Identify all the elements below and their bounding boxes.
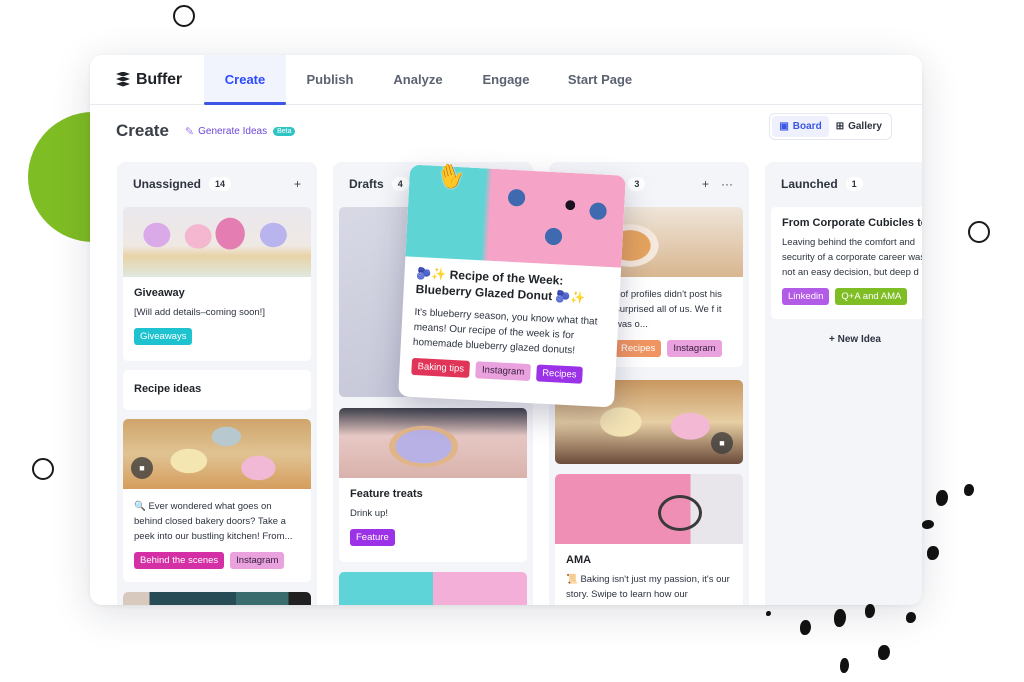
generate-ideas-button[interactable]: ✎ Generate Ideas Beta (185, 125, 296, 138)
tag-instagram[interactable]: Instagram (475, 361, 531, 382)
column-title: Drafts (349, 177, 384, 191)
board-view-label: Board (792, 121, 822, 132)
idea-card-corporate[interactable]: From Corporate Cubicles to Leaving behin… (771, 207, 922, 319)
ink-dot-decoration (766, 611, 771, 616)
gallery-view-label: Gallery (848, 121, 882, 132)
ink-dot-decoration (964, 484, 974, 496)
dragged-idea-card[interactable]: 🫐✨ Recipe of the Week: Blueberry Glazed … (398, 164, 626, 408)
card-title: Recipe ideas (134, 383, 202, 395)
add-card-button[interactable]: + (702, 177, 709, 191)
ink-dot-decoration (927, 546, 939, 560)
ring-decoration (32, 458, 54, 480)
held-donut-image (339, 408, 527, 478)
plus-icon: + (829, 334, 838, 345)
card-title: From Corporate Cubicles to (782, 217, 922, 229)
split-color-image (339, 572, 527, 605)
column-count: 4 (391, 177, 409, 191)
column-count: 3 (628, 177, 646, 191)
new-idea-button[interactable]: + New Idea (765, 334, 922, 345)
tab-create[interactable]: Create (204, 55, 286, 105)
ink-dot-decoration (840, 658, 849, 673)
card-text: Drink up! (350, 508, 389, 519)
magic-wand-icon: ✎ (184, 125, 195, 138)
card-title: AMA (566, 554, 592, 566)
tag-giveaways[interactable]: Giveaways (134, 328, 193, 345)
hero-stage: Buffer Create Publish Analyze Engage Sta… (0, 0, 1024, 682)
tag-baking-tips[interactable]: Baking tips (411, 357, 471, 378)
column-unassigned: Unassigned 14 + Giveaway [Will add detai… (117, 162, 317, 605)
ink-dot-decoration (865, 604, 875, 618)
video-icon: ■ (711, 432, 733, 454)
column-launched: Launched 1 From Corporate Cubicles to Le… (765, 162, 922, 605)
tag-instagram[interactable]: Instagram (230, 552, 285, 569)
ink-dot-decoration (834, 609, 846, 627)
idea-card-recipe-ideas[interactable]: Recipe ideas (123, 370, 311, 410)
idea-card-ama[interactable]: AMA 📜 Baking isn't just my passion, it's… (555, 474, 743, 605)
column-title: Unassigned (133, 177, 202, 191)
card-text: It's blueberry season, you know what tha… (412, 306, 598, 357)
tab-start-page[interactable]: Start Page (550, 55, 650, 104)
add-card-button[interactable]: + (294, 177, 301, 191)
tag-linkedin[interactable]: Linkedin (782, 288, 830, 305)
tab-publish[interactable]: Publish (286, 55, 374, 104)
generate-ideas-label: Generate Ideas (198, 125, 268, 137)
tab-analyze[interactable]: Analyze (374, 55, 462, 104)
ink-dot-decoration (878, 645, 890, 660)
tag-recipes[interactable]: Recipes (615, 340, 662, 357)
more-options-button[interactable]: ··· (721, 177, 733, 191)
card-title: Feature treats (350, 488, 423, 500)
buffer-logo[interactable]: Buffer (90, 55, 204, 104)
column-title: Launched (781, 177, 838, 191)
ring-decoration (173, 5, 195, 27)
tag-qa-ama[interactable]: Q+A and AMA (835, 288, 908, 305)
beta-badge: Beta (273, 126, 296, 136)
tag-feature[interactable]: Feature (350, 529, 395, 546)
top-navigation: Buffer Create Publish Analyze Engage Sta… (90, 55, 922, 105)
ink-dot-decoration (800, 620, 811, 635)
page-header: Create ✎ Generate Ideas Beta ▣ Board ⊞ G… (90, 105, 922, 157)
tag-recipes[interactable]: Recipes (535, 364, 583, 384)
new-idea-label: New Idea (837, 334, 881, 345)
card-text: Leaving behind the comfort and security … (782, 237, 922, 278)
ink-dot-decoration (936, 490, 948, 506)
pink-room-image (555, 474, 743, 544)
idea-card-feature-treats[interactable]: Feature treats Drink up! Feature (339, 408, 527, 562)
idea-card-partial[interactable] (123, 592, 311, 605)
tab-engage[interactable]: Engage (462, 55, 550, 104)
column-count: 14 (209, 177, 232, 191)
column-count: 1 (845, 177, 863, 191)
idea-card-giveaway[interactable]: Giveaway [Will add details–coming soon!]… (123, 207, 311, 361)
idea-card-partial[interactable] (339, 572, 527, 605)
gallery-view-button[interactable]: ⊞ Gallery (829, 116, 889, 137)
ring-decoration (968, 221, 990, 243)
idea-card-behind-scenes[interactable]: ■ 🔍 Ever wondered what goes on behind cl… (123, 419, 311, 582)
view-toggle: ▣ Board ⊞ Gallery (769, 113, 892, 140)
card-text: 📜 Baking isn't just my passion, it's our… (566, 574, 730, 600)
card-title: 🫐✨ Recipe of the Week: Blueberry Glazed … (415, 265, 586, 305)
buffer-stack-icon (116, 71, 130, 88)
storefront-image (123, 592, 311, 605)
page-title: Create (116, 121, 169, 140)
card-text: [Will add details–coming soon!] (134, 307, 265, 318)
card-text: t of profiles didn't post his surprised … (615, 289, 722, 330)
cupcakes-image (123, 207, 311, 277)
card-text: 🔍 Ever wondered what goes on behind clos… (134, 501, 293, 542)
video-icon: ■ (131, 457, 153, 479)
card-title: Giveaway (134, 287, 185, 299)
board-view-button[interactable]: ▣ Board (772, 116, 829, 137)
brand-name: Buffer (136, 70, 182, 88)
donuts-image: ■ (123, 419, 311, 489)
gallery-grid-icon: ⊞ (835, 121, 845, 132)
ink-dot-decoration (906, 612, 916, 623)
board-icon: ▣ (779, 121, 789, 132)
tag-instagram[interactable]: Instagram (667, 340, 722, 357)
ink-dot-decoration (922, 520, 934, 529)
tag-behind-the-scenes[interactable]: Behind the scenes (134, 552, 225, 569)
